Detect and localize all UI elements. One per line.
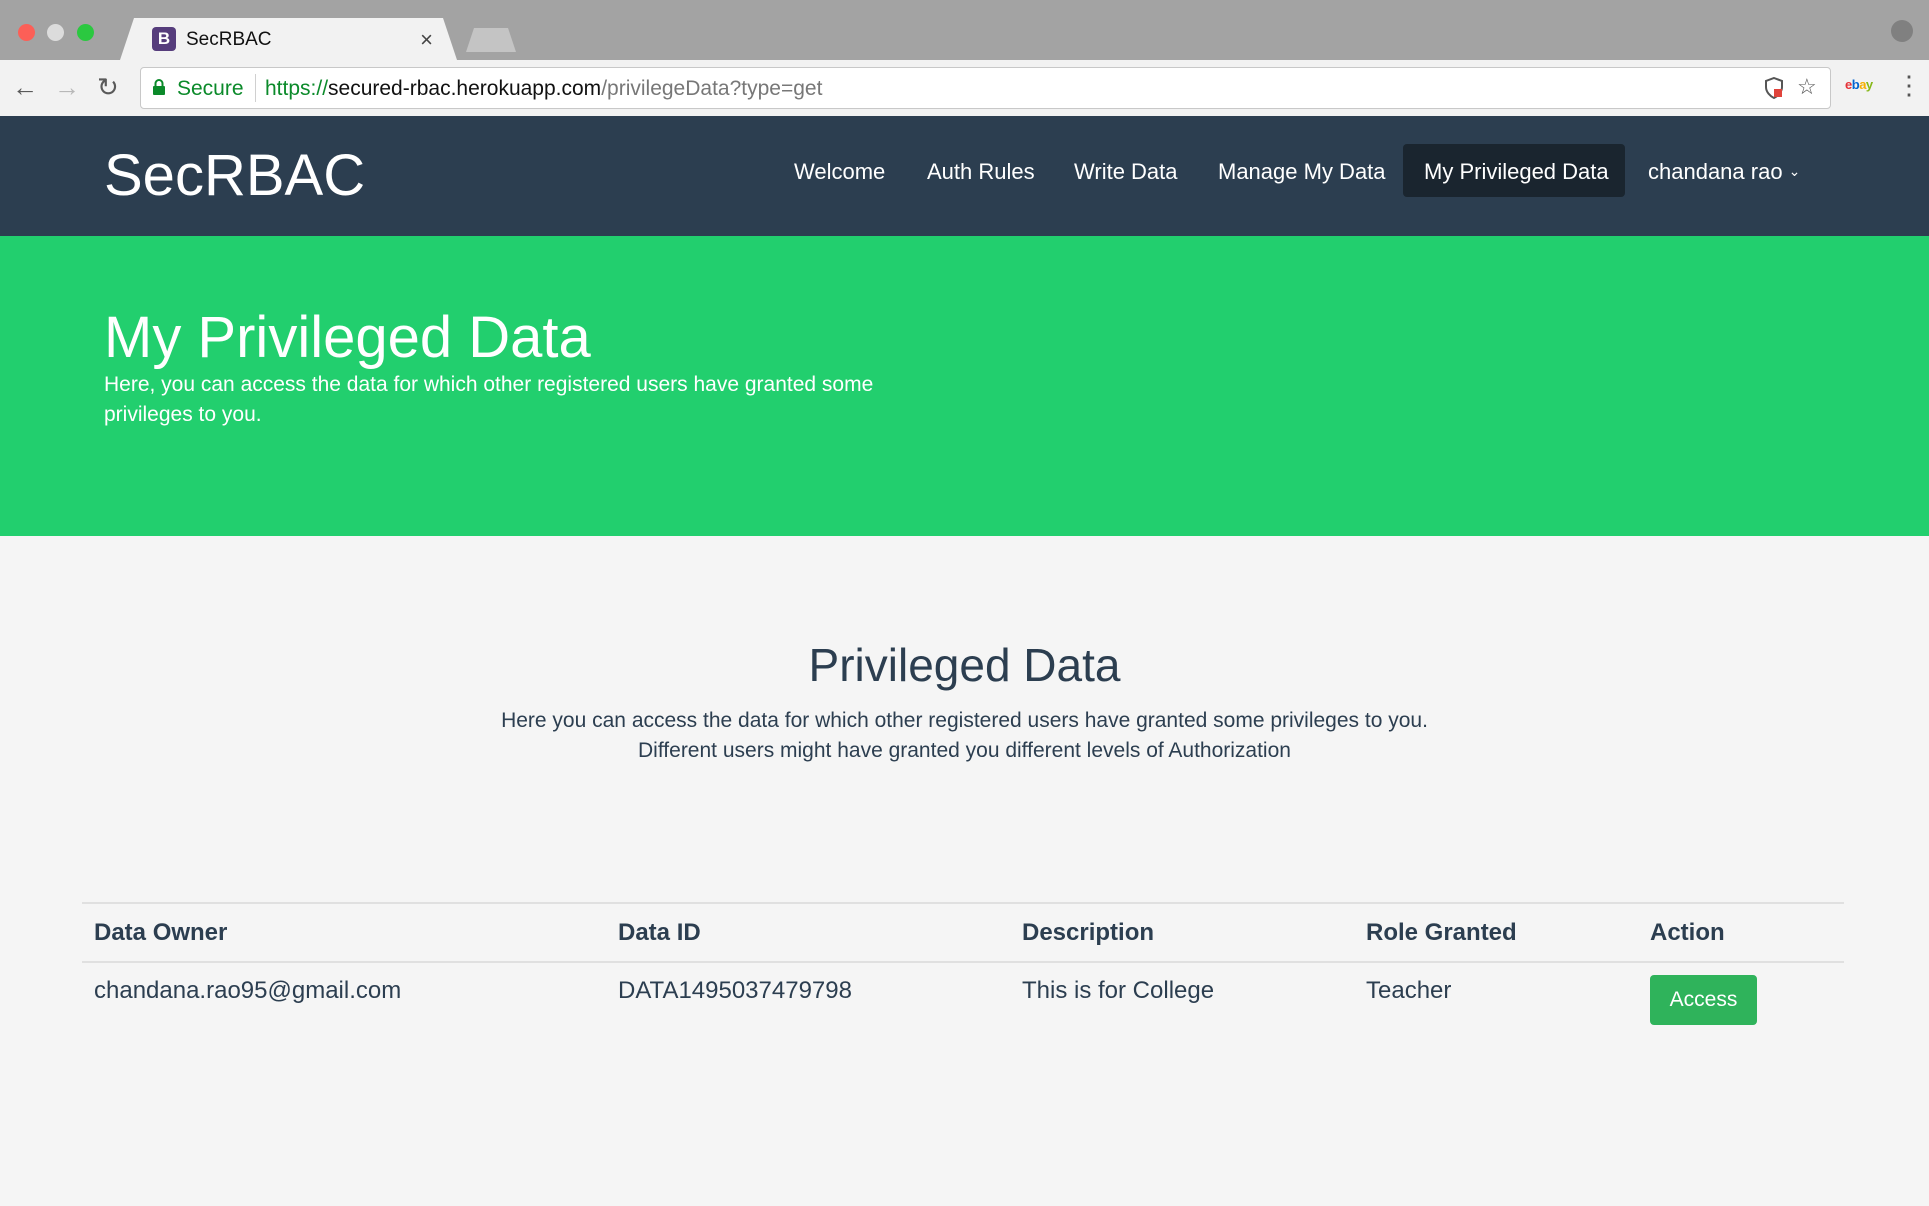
ebay-extension-icon[interactable]: ebay <box>1845 77 1873 92</box>
column-header-description: Description <box>1010 902 1354 963</box>
user-menu-label: chandana rao <box>1648 159 1783 184</box>
reload-icon[interactable]: ↻ <box>97 72 119 102</box>
tab-title: SecRBAC <box>186 29 272 50</box>
cell-action: Access <box>1638 962 1844 1037</box>
lock-icon <box>153 79 165 95</box>
secure-label: Secure <box>177 77 244 100</box>
section-title: Privileged Data <box>808 639 1121 691</box>
address-bar[interactable]: Secure https://secured-rbac.herokuapp.co… <box>140 67 1831 109</box>
tab-close-icon[interactable]: × <box>420 27 433 53</box>
nav-write-data[interactable]: Write Data <box>1074 159 1178 185</box>
profile-icon[interactable] <box>1891 20 1913 42</box>
column-header-data-id: Data ID <box>606 902 1010 963</box>
section-text-line: Here you can access the data for which o… <box>501 709 1428 732</box>
cell-data-id: DATA1495037479798 <box>618 977 852 1004</box>
nav-auth-rules[interactable]: Auth Rules <box>927 159 1035 185</box>
site-navbar: SecRBAC Welcome Auth Rules Write Data Ma… <box>0 116 1929 236</box>
cell-role-granted: Teacher <box>1366 977 1452 1004</box>
close-window-button[interactable] <box>18 24 35 41</box>
hero-description: Here, you can access the data for which … <box>104 370 904 430</box>
table-header-row: Data Owner Data ID Description Role Gran… <box>82 902 1844 963</box>
url-path: /privilegeData?type=get <box>601 77 823 100</box>
browser-tab-bar: B SecRBAC × <box>0 0 1929 60</box>
nav-my-privileged-data[interactable]: My Privileged Data <box>1424 159 1609 185</box>
minimize-window-button[interactable] <box>47 24 64 41</box>
address-divider <box>255 74 256 102</box>
column-header-data-owner: Data Owner <box>82 902 606 963</box>
star-icon[interactable]: ☆ <box>1797 74 1817 100</box>
url-scheme: https:// <box>265 77 329 100</box>
cell-description: This is for College <box>1022 977 1215 1004</box>
menu-dots-icon[interactable]: ⋮ <box>1896 70 1922 101</box>
nav-manage-my-data[interactable]: Manage My Data <box>1218 159 1386 185</box>
access-button[interactable]: Access <box>1650 975 1757 1025</box>
hero-text-line: Here, you can access the data for which … <box>104 373 874 396</box>
shield-icon[interactable] <box>1764 77 1784 99</box>
cell-data-owner: chandana.rao95@gmail.com <box>94 977 402 1004</box>
section-text-line: Different users might have granted you d… <box>638 739 1291 762</box>
new-tab-button[interactable] <box>466 28 516 52</box>
brand-logo[interactable]: SecRBAC <box>104 142 365 209</box>
url-text[interactable]: https://secured-rbac.herokuapp.com/privi… <box>265 77 822 101</box>
hero-text-line: privileges to you. <box>104 403 262 426</box>
url-host: secured-rbac.herokuapp.com <box>328 77 602 100</box>
hero-banner: My Privileged Data Here, you can access … <box>0 236 1929 536</box>
page-title: My Privileged Data <box>104 305 591 370</box>
zoom-window-button[interactable] <box>77 24 94 41</box>
nav-welcome[interactable]: Welcome <box>794 159 885 185</box>
column-header-role-granted: Role Granted <box>1354 902 1638 963</box>
arrow-left-icon[interactable]: ← <box>12 72 38 102</box>
column-header-action: Action <box>1638 902 1844 963</box>
chevron-down-icon: ⌄ <box>1788 163 1801 179</box>
browser-tab[interactable]: B SecRBAC × <box>120 18 457 60</box>
table-row: chandana.rao95@gmail.com DATA14950374797… <box>82 962 1844 1037</box>
bootstrap-favicon-icon: B <box>152 27 176 51</box>
arrow-right-icon[interactable]: → <box>54 72 80 102</box>
user-menu-dropdown[interactable]: chandana rao ⌄ <box>1648 159 1800 185</box>
privileged-data-table: Data Owner Data ID Description Role Gran… <box>82 902 1844 1037</box>
section-description: Here you can access the data for which o… <box>0 706 1929 766</box>
browser-toolbar: ← → ↻ Secure https://secured-rbac.heroku… <box>0 60 1929 117</box>
